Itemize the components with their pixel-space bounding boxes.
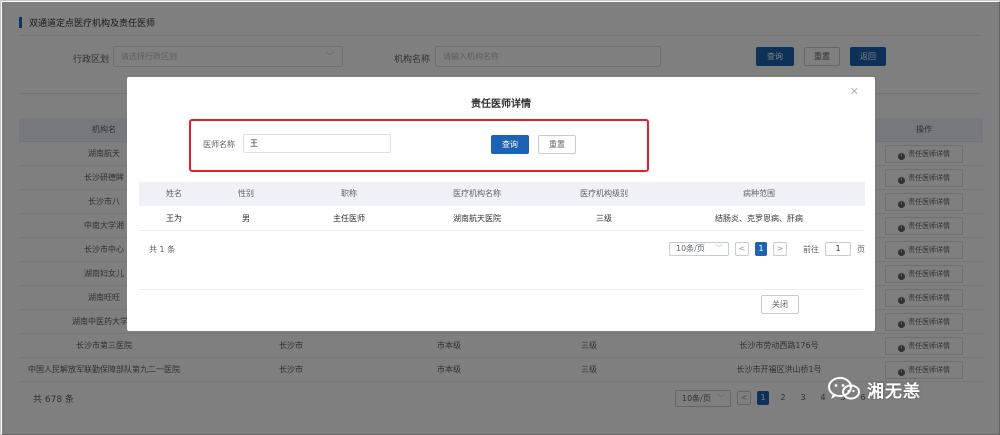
dialog-total: 共 1 条	[149, 245, 176, 254]
doctor-detail-dialog: 责任医师详情 ✕ 医师名称 王 查询 重置 姓名 性别 职称 医疗机构名称 医疗…	[127, 77, 875, 331]
watermark: 湘无恙	[827, 376, 921, 402]
cell-scope: 结肠炎、克罗恩病、肝病	[715, 214, 803, 223]
col-grade: 医疗机构级别	[580, 189, 628, 198]
page-button-current[interactable]: 1	[755, 242, 767, 256]
goto-suffix: 页	[857, 244, 865, 254]
app-window: 双通道定点医疗机构及责任医师 行政区划 请选择行政区划 ﹀ 机构名称 请输入机构…	[0, 0, 1000, 435]
dialog-page-size-select[interactable]: 10条/页 ﹀	[669, 242, 729, 256]
chevron-down-icon: ﹀	[715, 244, 723, 253]
cell-grade: 三级	[596, 214, 612, 223]
cell-name: 王为	[166, 214, 182, 223]
highlight-box	[189, 119, 649, 172]
prev-page-button[interactable]: <	[735, 242, 749, 256]
table-row: 王为 男 主任医师 湖南航天医院 三级 结肠炎、克罗恩病、肝病	[139, 206, 865, 231]
cell-title: 主任医师	[333, 214, 365, 223]
dialog-pagination: 10条/页 ﹀ < 1 > 前往 1 页	[669, 242, 865, 256]
cell-gender: 男	[242, 214, 250, 223]
close-icon[interactable]: ✕	[850, 85, 859, 98]
watermark-text: 湘无恙	[867, 381, 921, 402]
doctor-table: 姓名 性别 职称 医疗机构名称 医疗机构级别 病种范围 王为 男 主任医师 湖南…	[139, 182, 865, 231]
wechat-icon	[827, 376, 861, 402]
next-page-button[interactable]: >	[773, 242, 787, 256]
col-gender: 性别	[238, 189, 254, 198]
col-scope: 病种范围	[743, 189, 775, 198]
doctor-table-header: 姓名 性别 职称 医疗机构名称 医疗机构级别 病种范围	[139, 182, 865, 206]
dialog-close-button[interactable]: 关闭	[761, 295, 799, 314]
col-name: 姓名	[166, 189, 182, 198]
cell-org: 湖南航天医院	[453, 214, 501, 223]
dialog-title: 责任医师详情	[471, 99, 531, 110]
col-org: 医疗机构名称	[453, 189, 501, 198]
col-title: 职称	[341, 189, 357, 198]
goto-page-input[interactable]: 1	[825, 242, 851, 256]
dialog-footer-divider	[139, 289, 863, 290]
dialog-page-size-value: 10条/页	[676, 244, 705, 253]
goto-label: 前往	[803, 244, 819, 254]
